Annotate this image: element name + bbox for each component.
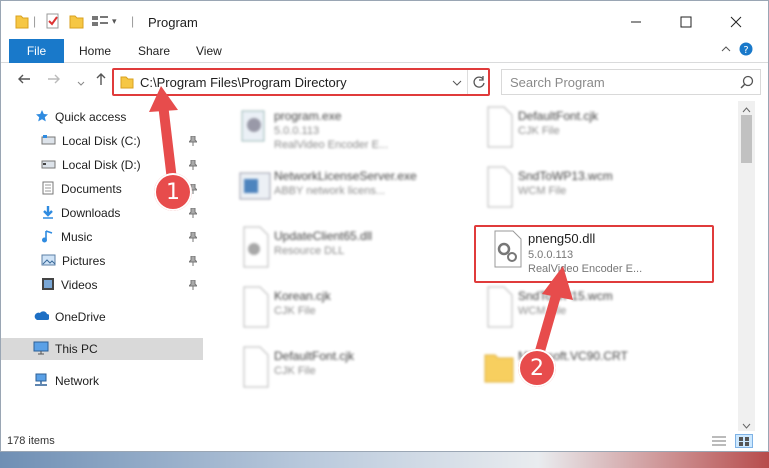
step-badge-2: 2: [518, 349, 556, 387]
annotation-arrows: [149, 86, 573, 363]
step-badge-1: 1: [154, 173, 192, 211]
